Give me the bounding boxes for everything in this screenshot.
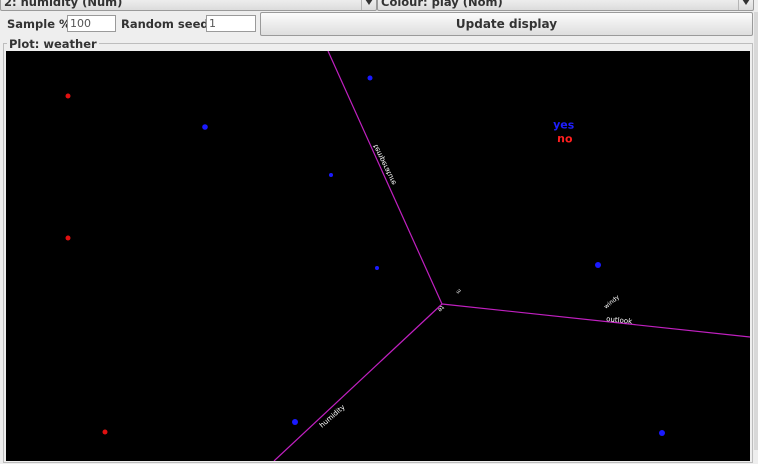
random-seed-label: Random seed: [121, 17, 209, 31]
data-point-yes: [367, 75, 373, 81]
data-point-yes: [375, 266, 379, 270]
data-point-no: [102, 429, 108, 435]
x-attribute-dropdown-button[interactable]: [361, 0, 376, 10]
random-seed-input[interactable]: [206, 15, 256, 32]
window-edge: [754, 12, 758, 450]
axis-line-humidity: [273, 303, 443, 462]
axis-line-temperature: [327, 50, 443, 305]
x-attribute-select[interactable]: 2: humidity (Num): [0, 0, 377, 11]
update-display-button[interactable]: Update display: [260, 12, 753, 36]
x-attribute-value: 2: humidity (Num): [4, 0, 123, 9]
data-point-yes: [329, 173, 333, 177]
axis-lines: [273, 50, 751, 462]
sample-percent-input[interactable]: [67, 15, 116, 32]
plot-svg: temperature outlook windy humidity ǝʇ ɯ …: [65, 50, 751, 462]
plot-title: Plot: weather: [7, 37, 99, 51]
data-point-yes: [202, 124, 208, 130]
colour-select[interactable]: Colour: play (Nom): [377, 0, 754, 11]
colour-value: Colour: play (Nom): [381, 0, 503, 9]
legend-no: no: [557, 132, 573, 146]
data-point-yes: [292, 419, 298, 425]
sample-percent-label: Sample %: [7, 17, 71, 31]
center-mark: ǝʇ: [436, 304, 446, 314]
legend-yes: yes: [553, 118, 575, 132]
data-points: [65, 75, 665, 436]
data-point-no: [65, 93, 71, 99]
colour-dropdown-button[interactable]: [738, 0, 753, 10]
axis-line-outlook: [441, 303, 751, 338]
data-point-no: [65, 235, 71, 241]
radviz-plot[interactable]: temperature outlook windy humidity ǝʇ ɯ …: [6, 50, 751, 462]
axis-label-outlook: outlook: [606, 315, 634, 326]
chevron-down-icon: [365, 0, 373, 5]
axis-label-windy: windy: [603, 293, 621, 310]
chevron-down-icon: [742, 0, 750, 5]
axis-label-temperature: temperature: [372, 143, 398, 186]
data-point-yes: [595, 262, 601, 268]
center-mark: ɯ: [455, 288, 463, 296]
data-point-yes: [659, 430, 665, 436]
